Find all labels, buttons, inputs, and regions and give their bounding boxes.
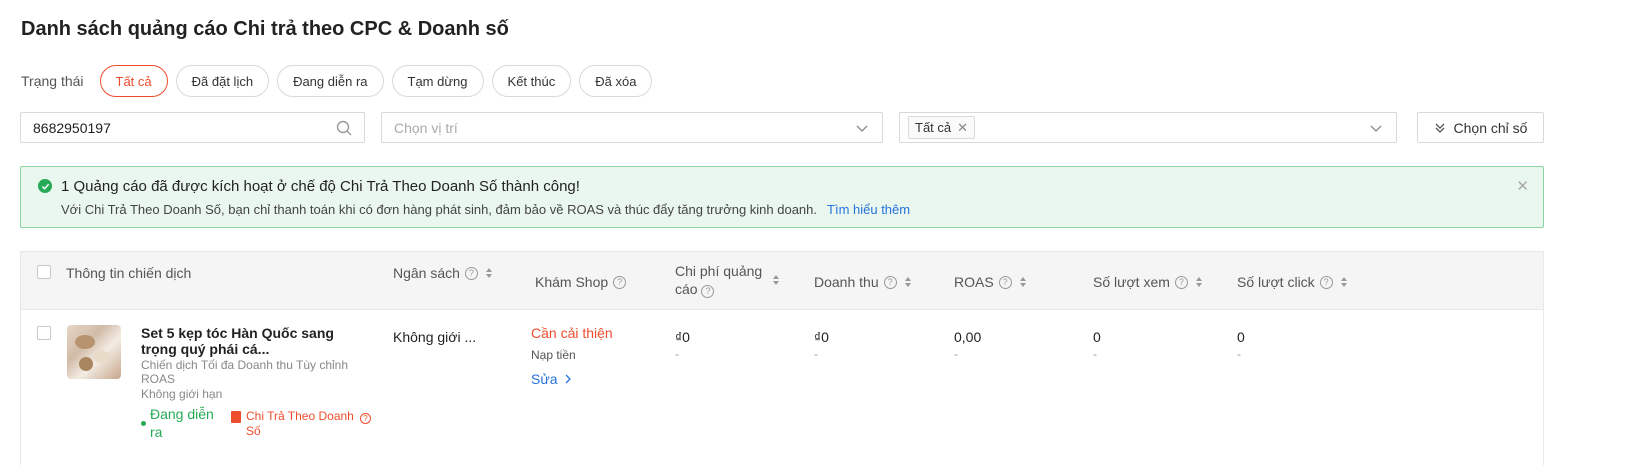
header-views[interactable]: Số lượt xem ? <box>1093 273 1202 291</box>
tab-deleted[interactable]: Đã xóa <box>579 65 653 97</box>
tab-scheduled[interactable]: Đã đặt lịch <box>175 65 270 97</box>
sort-icon[interactable] <box>1019 277 1026 287</box>
filter-row: 8682950197 Chọn vị trí Tất cả ✕ Chọn chỉ… <box>0 112 1633 144</box>
campaign-type: Chiến dịch Tối đa Doanh thu Tùy chỉnh RO… <box>141 358 349 386</box>
shop-explore-status: Cần cải thiện <box>531 325 613 341</box>
sort-icon[interactable] <box>1340 277 1347 287</box>
header-shop-explore-label: Khám Shop <box>535 274 609 290</box>
help-icon[interactable]: ? <box>613 275 627 289</box>
tab-all[interactable]: Tất cả <box>99 65 168 97</box>
selected-tag: Tất cả ✕ <box>908 116 976 139</box>
status-filter: Trạng thái Tất cả Đã đặt lịch Đang diễn … <box>21 65 660 97</box>
product-image <box>67 325 121 379</box>
help-icon[interactable]: ? <box>464 266 478 280</box>
choose-metrics-label: Chọn chỉ số <box>1453 119 1528 136</box>
success-alert: 1 Quảng cáo đã được kích hoạt ở chế độ C… <box>20 166 1544 228</box>
search-input[interactable]: 8682950197 <box>20 112 365 143</box>
sort-icon[interactable] <box>485 268 492 278</box>
ad-cost-sub: - <box>675 347 679 361</box>
help-icon[interactable]: ? <box>1174 275 1188 289</box>
help-icon[interactable]: ? <box>883 275 897 289</box>
views-value: 0 <box>1093 329 1101 345</box>
tab-paused[interactable]: Tạm dừng <box>391 65 484 97</box>
edit-label: Sửa <box>531 371 558 387</box>
alert-description-text: Với Chi Trả Theo Doanh Số, bạn chỉ thanh… <box>61 202 818 217</box>
header-roas[interactable]: ROAS ? <box>954 273 1026 291</box>
tab-ended[interactable]: Kết thúc <box>491 65 572 97</box>
header-shop-explore: Khám Shop ? <box>535 273 627 291</box>
header-ad-cost[interactable]: Chi phí quảng cáo ? <box>675 262 793 298</box>
roas-sub: - <box>954 347 958 361</box>
alert-title: 1 Quảng cáo đã được kích hoạt ở chế độ C… <box>61 178 580 195</box>
header-campaign: Thông tin chiến dịch <box>66 264 191 282</box>
close-icon[interactable]: ✕ <box>1516 177 1529 195</box>
header-budget-label: Ngân sách <box>393 265 460 281</box>
header-ad-cost-label: Chi phí quảng cáo ? <box>675 262 765 298</box>
chevron-down-icon <box>856 125 868 132</box>
choose-metrics-button[interactable]: Chọn chỉ số <box>1417 112 1544 143</box>
tag-remove-icon[interactable]: ✕ <box>957 120 968 136</box>
header-ad-cost-text: Chi phí quảng cáo <box>675 263 763 297</box>
alert-description: Với Chi Trả Theo Doanh Số, bạn chỉ thanh… <box>61 202 910 217</box>
help-icon[interactable]: ? <box>998 275 1012 289</box>
sort-icon[interactable] <box>904 277 911 287</box>
search-value: 8682950197 <box>33 119 111 136</box>
status-dot <box>141 421 146 426</box>
header-views-label: Số lượt xem <box>1093 274 1170 290</box>
header-campaign-label: Thông tin chiến dịch <box>66 265 192 281</box>
learn-more-link[interactable]: Tìm hiểu thêm <box>827 202 910 217</box>
type-select[interactable]: Tất cả ✕ <box>899 112 1397 143</box>
ad-cost-value: ₫0 <box>675 329 690 345</box>
sort-icon[interactable] <box>773 275 779 285</box>
revenue-sub: - <box>814 347 818 361</box>
status-text: Đang diễn ra <box>150 406 214 440</box>
budget-type: Không giới hạn <box>141 387 223 401</box>
double-chevron-down-icon <box>1435 123 1444 133</box>
table-header: Thông tin chiến dịch Ngân sách ? Khám Sh… <box>20 251 1544 310</box>
clicks-value: 0 <box>1237 329 1245 345</box>
top-up-label: Nạp tiền <box>531 348 576 362</box>
help-icon[interactable]: ? <box>1319 275 1333 289</box>
views-sub: - <box>1093 347 1097 361</box>
header-budget[interactable]: Ngân sách ? <box>393 264 492 282</box>
help-icon[interactable]: ? <box>701 285 715 298</box>
header-clicks[interactable]: Số lượt click ? <box>1237 273 1347 291</box>
document-icon <box>231 411 241 423</box>
row-checkbox[interactable] <box>37 326 51 340</box>
payment-mode-text: Chi Trả Theo Doanh Số <box>246 409 354 438</box>
budget-value: Không giới ... <box>393 329 477 345</box>
clicks-sub: - <box>1237 347 1241 361</box>
tab-ongoing[interactable]: Đang diễn ra <box>277 65 384 97</box>
roas-value: 0,00 <box>954 329 982 345</box>
chevron-down-icon <box>1370 125 1382 132</box>
select-all-checkbox[interactable] <box>37 265 51 279</box>
tag-label: Tất cả <box>915 120 952 135</box>
edit-link[interactable]: Sửa <box>531 371 572 387</box>
check-circle-icon <box>38 179 52 193</box>
status-label: Trạng thái <box>21 73 84 89</box>
header-roas-label: ROAS <box>954 274 994 290</box>
revenue-value: ₫0 <box>814 329 829 345</box>
table-row: Set 5 kẹp tóc Hàn Quốc sang trọng quý ph… <box>20 310 1544 465</box>
chevron-right-icon <box>565 374 572 384</box>
page-title: Danh sách quảng cáo Chi trả theo CPC & D… <box>21 18 509 40</box>
header-revenue-label: Doanh thu <box>814 274 879 290</box>
header-revenue[interactable]: Doanh thu ? <box>814 273 911 291</box>
search-icon[interactable] <box>336 120 352 136</box>
location-placeholder: Chọn vị trí <box>394 119 458 136</box>
sort-icon[interactable] <box>1195 277 1202 287</box>
header-clicks-label: Số lượt click <box>1237 274 1315 290</box>
location-select[interactable]: Chọn vị trí <box>381 112 883 143</box>
product-name[interactable]: Set 5 kẹp tóc Hàn Quốc sang trọng quý ph… <box>141 325 341 357</box>
help-icon[interactable]: ? <box>360 413 371 424</box>
